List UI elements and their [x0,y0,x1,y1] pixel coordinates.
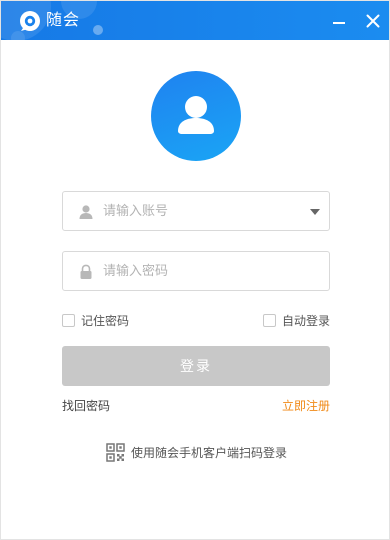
app-logo-icon [20,11,40,31]
password-field[interactable] [62,251,330,291]
minimize-icon[interactable] [327,9,351,33]
app-title: 随会 [46,10,81,29]
auto-login-label: 自动登录 [282,313,331,328]
auto-login-checkbox[interactable]: 自动登录 [263,312,330,328]
user-avatar [151,71,241,161]
account-field[interactable] [62,191,330,231]
login-window: 随会 记住密码 自动登录 登录 [0,0,390,540]
remember-password-label: 记住密码 [81,313,130,328]
titlebar-decoration [11,31,25,40]
lock-icon [80,264,92,279]
titlebar-decoration [93,25,103,35]
auto-login-box[interactable] [263,313,276,327]
account-input[interactable] [103,192,303,230]
user-icon [79,205,93,219]
remember-password-checkbox[interactable]: 记住密码 [62,312,129,328]
forgot-password-link[interactable]: 找回密码 [62,397,110,414]
register-link[interactable]: 立即注册 [282,397,330,414]
qr-login-link[interactable]: 使用随会手机客户端扫码登录 [106,442,287,462]
password-input[interactable] [103,252,303,290]
close-icon[interactable] [361,9,385,33]
qr-login-label: 使用随会手机客户端扫码登录 [131,445,288,460]
title-bar[interactable]: 随会 [1,1,389,40]
qr-code-icon [106,442,125,462]
chevron-down-icon[interactable] [310,209,320,215]
remember-password-box[interactable] [62,313,75,327]
login-button[interactable]: 登录 [62,346,330,386]
user-avatar-icon [178,96,214,134]
